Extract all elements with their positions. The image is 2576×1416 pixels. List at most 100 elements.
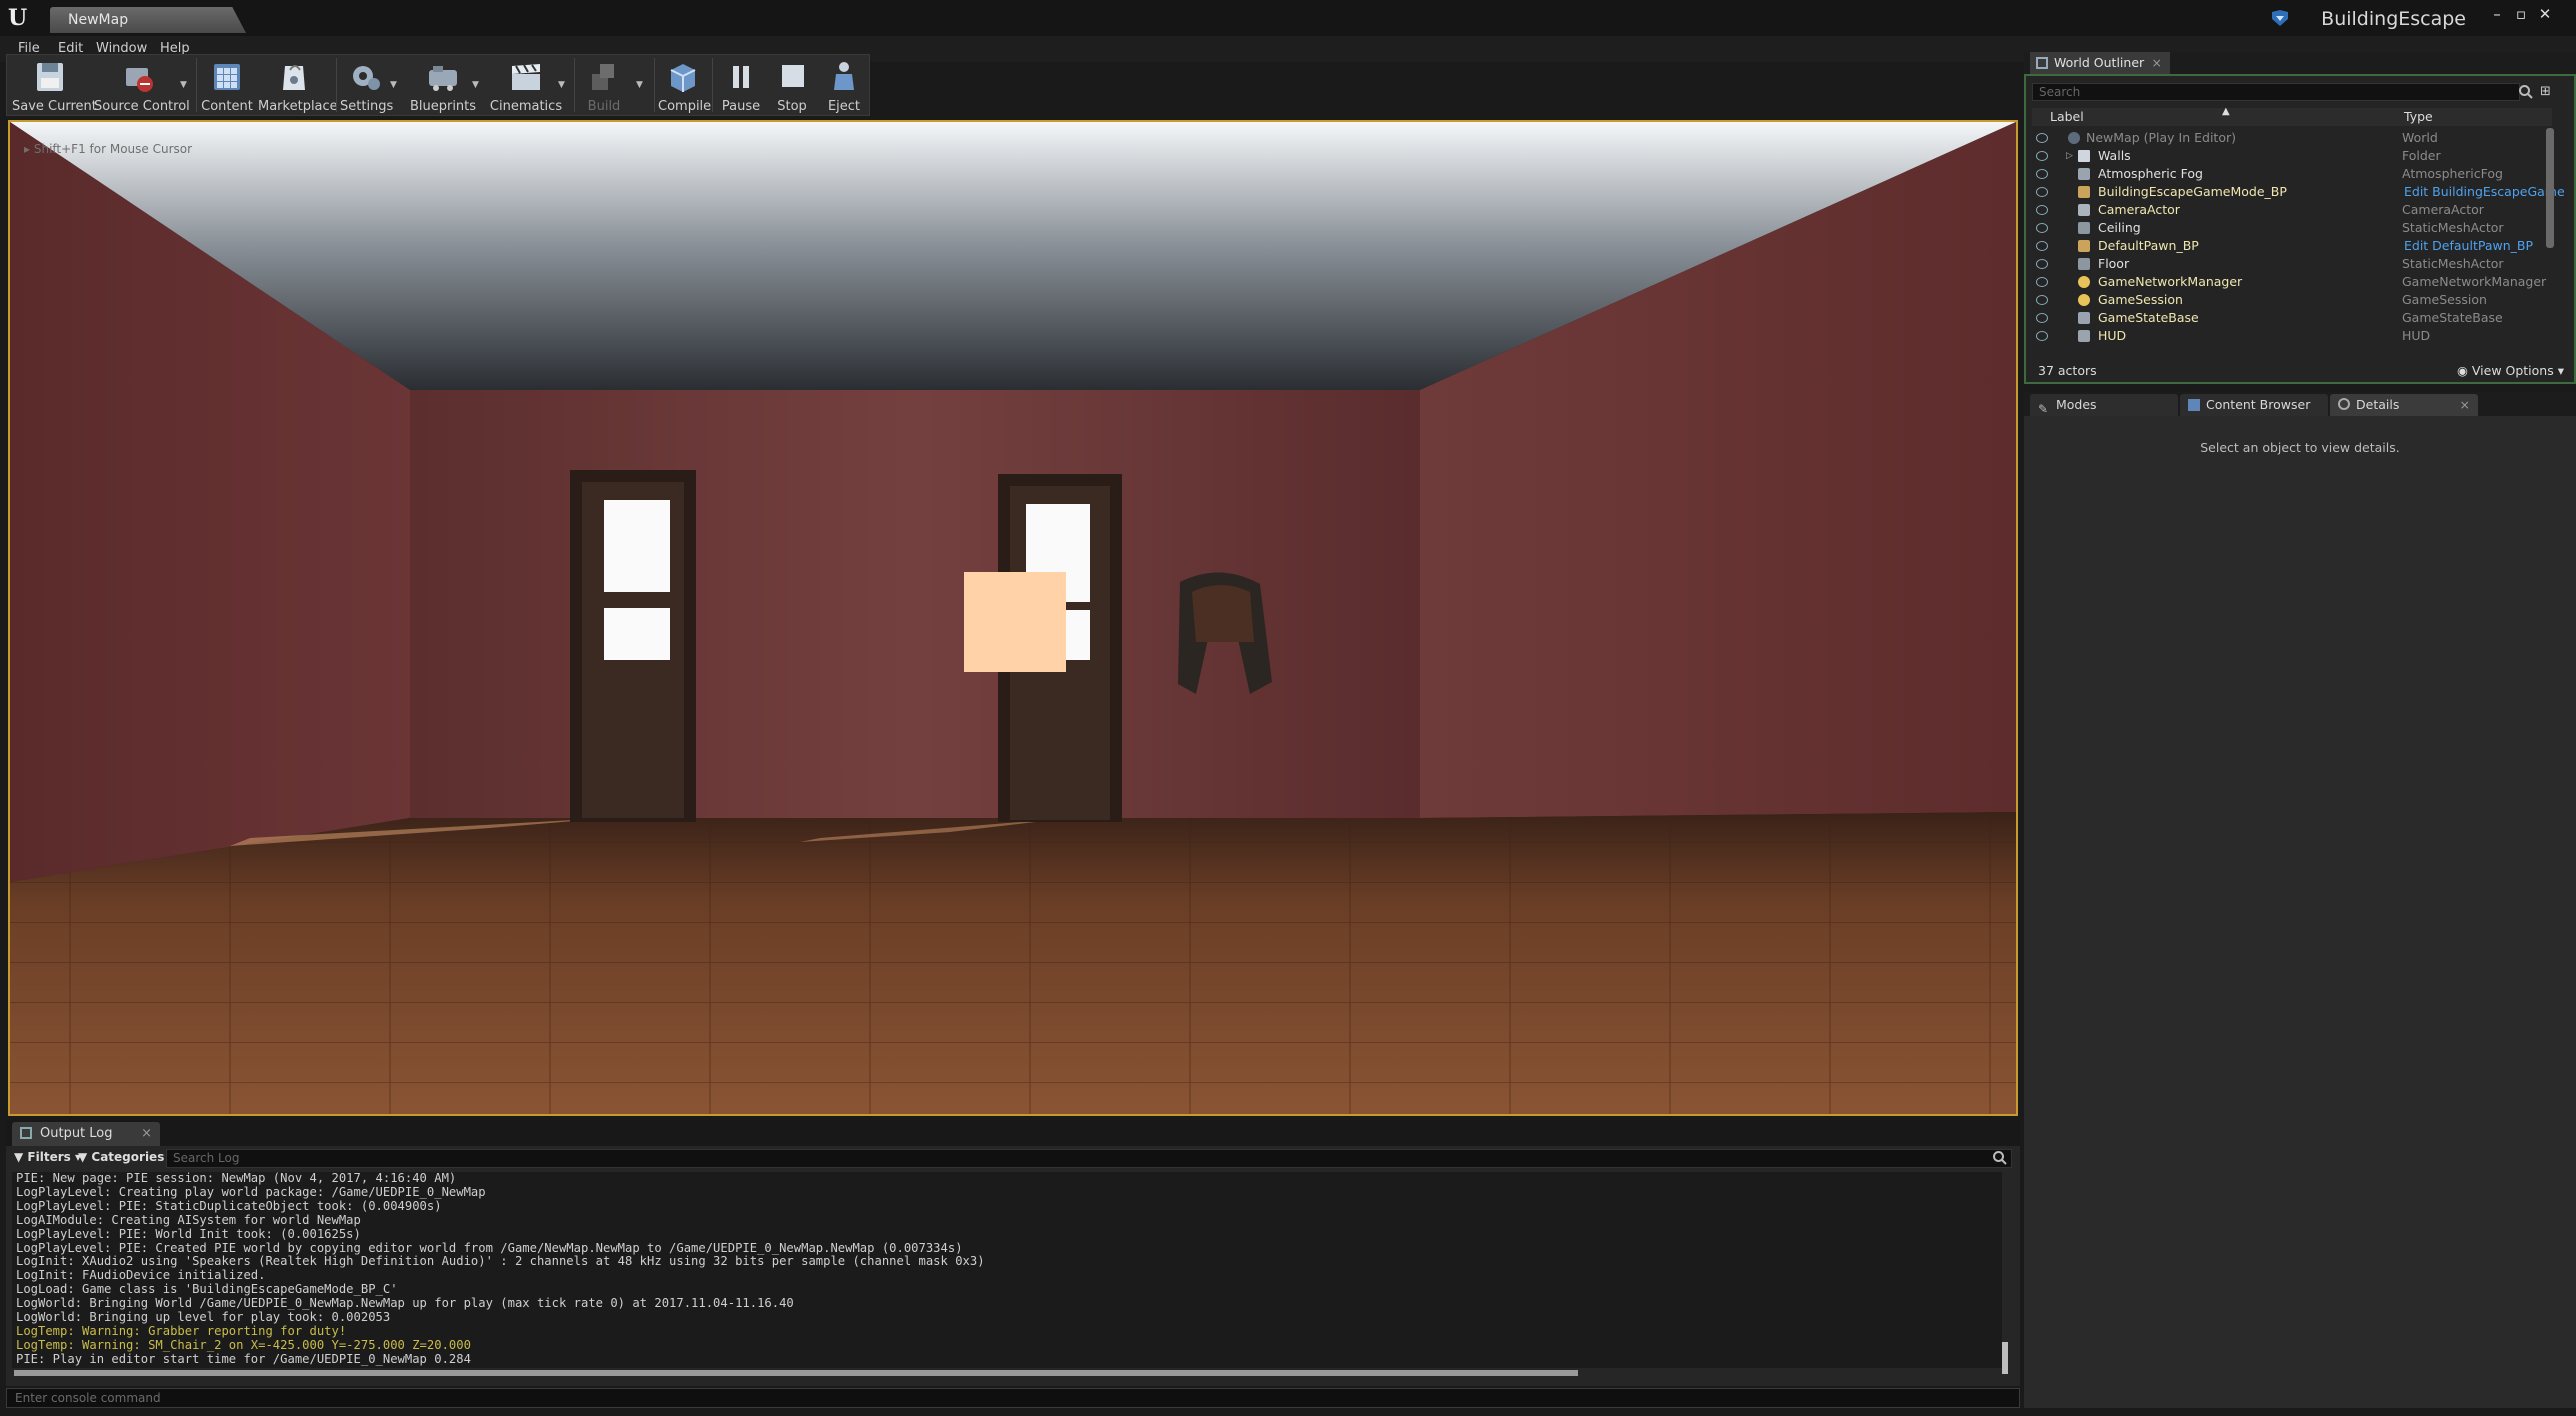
game-scene-image [10,122,2016,1114]
search-icon[interactable] [1992,1150,2008,1166]
content-button[interactable]: Content [200,58,254,114]
build-button[interactable]: Build [578,58,630,114]
source-control-button[interactable]: Source Control [94,58,190,114]
mouse-cursor-hint: ▸ Shift+F1 for Mouse Cursor [24,142,193,156]
maximize-button[interactable]: ▫ [2510,4,2532,24]
label-column-header[interactable]: Label [2050,109,2084,124]
log-text-area[interactable]: PIE: New page: PIE session: NewMap (Nov … [12,1172,2002,1368]
actor-icon [2078,312,2090,324]
eject-button[interactable]: Eject [818,58,870,114]
camera-icon [2078,204,2090,216]
outliner-row[interactable]: NewMap (Play In Editor) World [2032,129,2552,147]
settings-button[interactable]: Settings [340,58,393,114]
cinematics-dropdown-icon[interactable]: ▼ [558,80,568,90]
outliner-row[interactable]: Ceiling StaticMeshActor [2032,219,2552,237]
output-log-tabbar [6,1120,2020,1146]
search-icon[interactable] [2518,84,2534,100]
visibility-eye-icon[interactable] [2036,187,2048,197]
log-line: LogPlayLevel: PIE: Created PIE world by … [16,1240,963,1255]
blueprints-dropdown-icon[interactable]: ▼ [472,80,482,90]
details-empty-message: Select an object to view details. [2200,440,2400,455]
pause-icon [733,66,749,88]
outliner-row[interactable]: ▷ Walls Folder [2032,147,2552,165]
console-command-input[interactable]: Enter console command [6,1388,2020,1408]
outliner-row[interactable]: Atmospheric Fog AtmosphericFog [2032,165,2552,183]
type-column-header[interactable]: Type [2404,109,2433,124]
log-vscrollbar[interactable] [2002,1342,2008,1374]
compile-icon [670,64,696,92]
visibility-eye-icon[interactable] [2036,223,2048,233]
tab-content-browser[interactable]: Content Browser [2180,394,2328,416]
blueprints-icon [429,66,457,91]
close-tab-icon[interactable]: × [2460,394,2470,416]
build-icon [592,64,614,90]
toolbar-separator [712,58,713,112]
actor-icon [2078,276,2090,288]
title-bar [0,0,2576,36]
visibility-eye-icon[interactable] [2036,295,2048,305]
log-line: PIE: New page: PIE session: NewMap (Nov … [16,1172,457,1185]
filters-dropdown[interactable]: ▼ Filters ▾ [14,1150,81,1168]
log-line: LogInit: FAudioDevice initialized. [16,1268,266,1283]
log-icon [20,1127,32,1139]
outliner-search-input[interactable]: Search [2032,83,2520,101]
minimize-button[interactable]: – [2486,4,2508,24]
project-name: BuildingEscape [2321,8,2466,30]
tab-output-log[interactable]: Output Log × [12,1122,160,1146]
cinematics-icon [512,64,540,90]
build-dropdown-icon[interactable]: ▼ [636,80,646,90]
visibility-eye-icon[interactable] [2036,205,2048,215]
outliner-row[interactable]: GameSession GameSession [2032,291,2552,309]
visibility-eye-icon[interactable] [2036,313,2048,323]
close-tab-icon[interactable]: × [141,1122,152,1146]
outliner-footer: 37 actors ◉ View Options ▾ [2032,362,2568,380]
edit-blueprint-link[interactable]: Edit DefaultPawn_BP [2404,237,2533,255]
outliner-row[interactable]: Floor StaticMeshActor [2032,255,2552,273]
edit-blueprint-link[interactable]: Edit BuildingEscapeGame [2404,183,2565,201]
folder-icon [2078,150,2090,162]
level-viewport[interactable] [8,120,2018,1116]
level-tab[interactable]: NewMap [50,7,246,33]
categories-dropdown[interactable]: ▼ Categories ▾ [78,1150,175,1168]
visibility-eye-icon[interactable] [2036,331,2048,341]
expand-arrow-icon[interactable]: ▷ [2066,147,2073,165]
create-folder-icon[interactable]: ⊞ [2540,84,2556,100]
cinematics-button[interactable]: Cinematics [486,58,566,114]
visibility-eye-icon[interactable] [2036,151,2048,161]
log-line: LogInit: XAudio2 using 'Speakers (Realte… [16,1254,985,1269]
settings-dropdown-icon[interactable]: ▼ [390,80,400,90]
outliner-row[interactable]: CameraActor CameraActor [2032,201,2552,219]
close-tab-icon[interactable]: × [2152,52,2162,74]
search-log-input[interactable]: Search Log [166,1149,2012,1168]
view-options-button[interactable]: ◉ View Options ▾ [2457,363,2564,378]
outliner-row[interactable]: HUD HUD [2032,327,2552,345]
visibility-eye-icon[interactable] [2036,277,2048,287]
compile-button[interactable]: Compile [658,58,711,114]
outliner-row[interactable]: GameStateBase GameStateBase [2032,309,2552,327]
details-icon [2338,398,2350,410]
blueprints-button[interactable]: Blueprints [404,58,482,114]
stop-button[interactable]: Stop [768,58,816,114]
stop-icon [782,65,804,87]
toolbar-separator [654,58,655,112]
outliner-scrollbar[interactable] [2546,128,2554,248]
visibility-eye-icon[interactable] [2036,169,2048,179]
save-icon [37,63,63,91]
outliner-row[interactable]: DefaultPawn_BP Edit DefaultPawn_BP [2032,237,2552,255]
visibility-eye-icon[interactable] [2036,259,2048,269]
outliner-row[interactable]: GameNetworkManager GameNetworkManager [2032,273,2552,291]
tab-details[interactable]: Details × [2330,394,2478,416]
visibility-eye-icon[interactable] [2036,241,2048,251]
log-hscrollbar[interactable] [14,1370,1578,1376]
close-button[interactable]: ✕ [2534,4,2556,24]
pause-button[interactable]: Pause [716,58,766,114]
source-control-dropdown-icon[interactable]: ▼ [180,80,190,90]
unreal-logo-icon: U [8,5,28,31]
tab-modes[interactable]: ✎ Modes [2030,394,2178,416]
tab-world-outliner[interactable]: World Outliner × [2030,52,2170,74]
marketplace-button[interactable]: Marketplace [258,58,338,114]
visibility-eye-icon[interactable] [2036,133,2048,143]
outliner-row[interactable]: BuildingEscapeGameMode_BP Edit BuildingE… [2032,183,2565,201]
save-current-button[interactable]: Save Current [12,58,97,114]
actor-icon [2078,294,2090,306]
